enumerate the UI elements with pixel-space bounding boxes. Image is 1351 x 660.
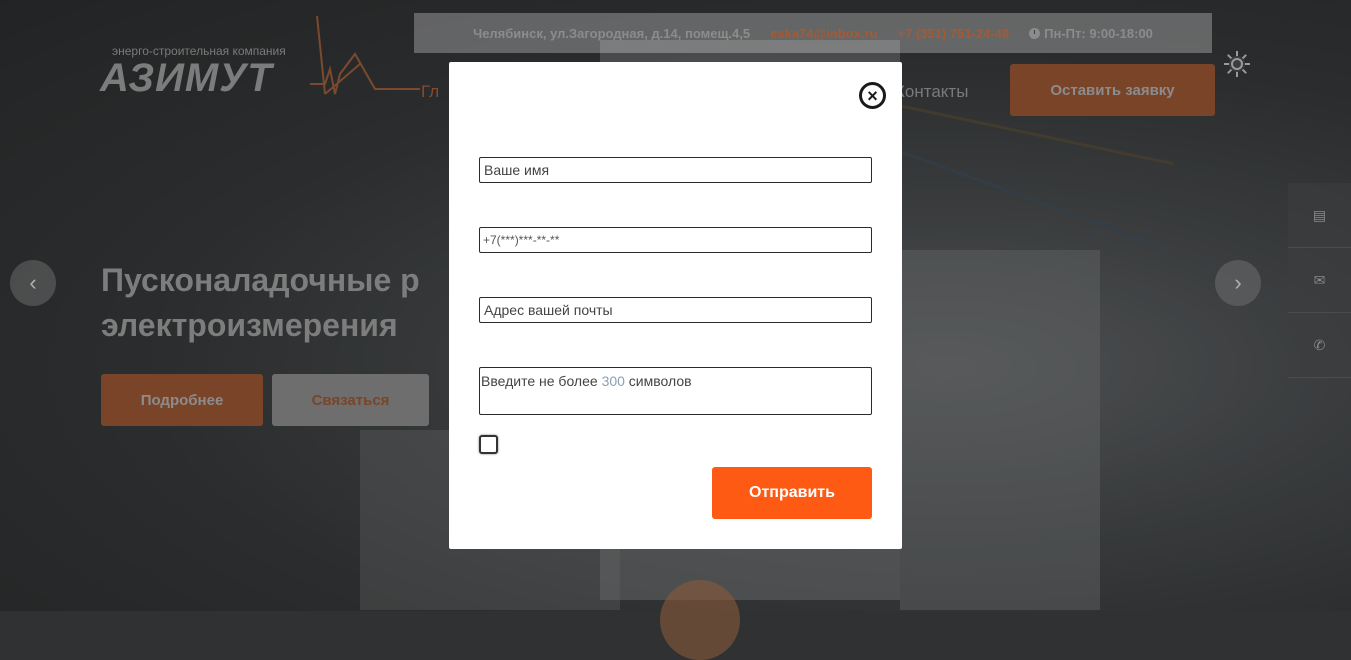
side-item-mail[interactable]: ✉	[1288, 248, 1351, 313]
phone-input[interactable]	[479, 227, 872, 253]
close-icon: ×	[867, 85, 878, 106]
contact-button[interactable]: Связаться	[272, 374, 429, 426]
request-form-modal: × +7(***)***-**-** Введите не более 300 …	[449, 62, 902, 549]
side-quick-panel: ▤ ✉ ✆	[1288, 183, 1351, 378]
side-item-phone[interactable]: ✆	[1288, 313, 1351, 378]
logo[interactable]: энерго-строительная компания АЗИМУТ	[100, 14, 420, 104]
header-hours: Пн-Пт: 9:00-18:00	[1029, 26, 1153, 41]
clipboard-icon: ▤	[1312, 206, 1327, 223]
name-input[interactable]	[479, 157, 872, 183]
clock-icon	[1029, 27, 1041, 39]
slider-prev-button[interactable]: ‹	[10, 260, 56, 306]
theme-toggle-sun-icon[interactable]	[1224, 51, 1250, 77]
nav-item-main[interactable]: Гл	[421, 82, 439, 102]
chevron-left-icon: ‹	[29, 270, 37, 295]
email-input[interactable]	[479, 297, 872, 323]
mail-icon: ✉	[1313, 271, 1326, 288]
close-button[interactable]: ×	[859, 82, 886, 109]
leave-request-button[interactable]: Оставить заявку	[1010, 64, 1215, 116]
more-button[interactable]: Подробнее	[101, 374, 263, 426]
hero-title-line2: электроизмерения	[101, 307, 398, 343]
hero-title-line1: Пусконаладочные р	[101, 262, 420, 298]
header-address: Челябинск, ул.Загородная, д.14, помещ.4,…	[473, 25, 751, 41]
nav-item-contacts[interactable]: Контакты	[895, 82, 968, 102]
logo-name: АЗИМУТ	[100, 56, 273, 100]
header-email-link[interactable]: eska74@inbox.ru	[770, 26, 877, 41]
header-info-bar: Челябинск, ул.Загородная, д.14, помещ.4,…	[414, 13, 1212, 53]
agree-checkbox[interactable]	[479, 435, 498, 454]
phone-icon: ✆	[1313, 336, 1326, 353]
header-hours-text: Пн-Пт: 9:00-18:00	[1044, 25, 1153, 41]
scroll-down-indicator[interactable]	[660, 580, 740, 660]
side-item-request[interactable]: ▤	[1288, 183, 1351, 248]
chevron-right-icon: ›	[1234, 270, 1242, 295]
logo-mark-icon	[310, 15, 420, 95]
hero-title: Пусконаладочные р электроизмерения	[101, 258, 420, 348]
message-textarea[interactable]	[479, 367, 872, 415]
submit-button[interactable]: Отправить	[712, 467, 872, 519]
header-phone-link[interactable]: +7 (351) 751-24-49	[897, 26, 1009, 41]
slider-next-button[interactable]: ›	[1215, 260, 1261, 306]
